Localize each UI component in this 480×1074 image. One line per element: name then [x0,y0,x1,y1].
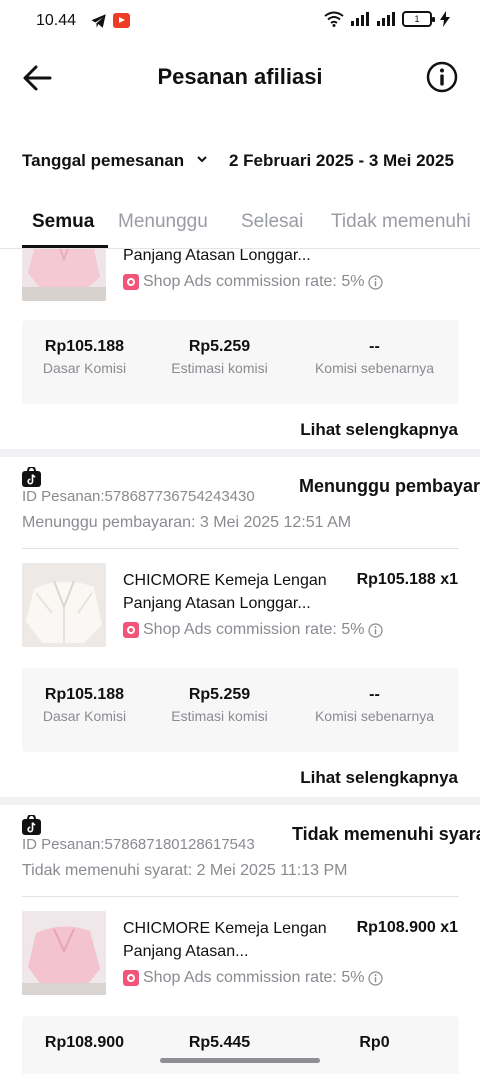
divider [22,548,459,549]
shop-ads-icon [123,622,139,638]
shop-ads-icon [123,274,139,290]
page-title: Pesanan afiliasi [157,64,323,89]
package-icon [22,815,41,835]
info-icon[interactable] [368,274,384,290]
status-tabs: Semua Menunggu Selesai Tidak memenuhi [0,200,480,249]
date-range-picker[interactable]: 2 Februari 2025 - 3 Mei 2025 [229,151,454,171]
commission-stats: Rp108.900 Rp5.445 Rp0 [22,1016,459,1074]
product-name[interactable]: Panjang Atasan Longgar... [123,249,343,267]
tab-all[interactable]: Semua [32,211,94,233]
see-more-link[interactable]: Lihat selengkapnya [300,420,458,440]
home-indicator[interactable] [160,1058,320,1063]
commission-rate: Shop Ads commission rate: 5% [123,621,384,639]
stat-actual-commission: -- Komisi sebenarnya [314,686,435,724]
card-separator [0,797,480,805]
order-status-time: Menunggu pembayaran: 3 Mei 2025 12:51 AM [22,514,352,531]
tab-indicator [22,245,108,248]
telegram-icon [91,14,106,28]
product-price: Rp108.900 x1 [356,919,458,936]
status-icons: 1 [324,11,450,27]
stat-estimated-commission: Rp5.445 [188,1034,251,1051]
product-image[interactable] [22,249,106,301]
tab-completed[interactable]: Selesai [241,211,303,233]
stat-base-commission: Rp105.188 Dasar Komisi [42,686,127,724]
chevron-down-icon[interactable] [196,154,208,164]
order-status: Tidak memenuhi syarat [292,824,480,844]
order-status: Menunggu pembayaran [299,476,480,496]
product-price: Rp105.188 x1 [356,571,458,588]
stat-estimated-commission: Rp5.259 Estimasi komisi [171,686,268,724]
info-icon[interactable] [426,61,458,93]
commission-stats: Rp105.188 Dasar Komisi Rp5.259 Estimasi … [22,320,459,404]
tab-pending[interactable]: Menunggu [118,211,208,233]
date-type-dropdown[interactable]: Tanggal pemesanan [22,151,184,171]
signal-icon [351,12,369,26]
see-more-link[interactable]: Lihat selengkapnya [300,768,458,788]
stat-base-commission: Rp108.900 [44,1034,125,1051]
shop-ads-icon [123,970,139,986]
tab-ineligible[interactable]: Tidak memenuhi [331,211,471,233]
order-status-time: Tidak memenuhi syarat: 2 Mei 2025 11:13 … [22,862,348,879]
battery-icon: 1 [402,11,435,27]
product-name[interactable]: CHICMORE Kemeja Lengan Panjang Atasan Lo… [123,569,343,615]
commission-rate-text: Shop Ads commission rate: 5% [143,969,365,986]
stat-estimated-commission: Rp5.259 Estimasi komisi [171,338,268,376]
youtube-icon [113,13,130,28]
status-time: 10.44 [36,12,77,29]
product-name[interactable]: CHICMORE Kemeja Lengan Panjang Atasan... [123,917,343,963]
info-icon[interactable] [368,970,384,986]
charging-icon [440,11,450,27]
card-separator [0,449,480,457]
divider [22,896,459,897]
stat-base-commission: Rp105.188 Dasar Komisi [42,338,127,376]
product-image[interactable] [22,563,106,647]
info-icon[interactable] [368,622,384,638]
product-image[interactable] [22,911,106,995]
order-list[interactable]: Panjang Atasan Longgar... Shop Ads commi… [0,249,480,1074]
header: Pesanan afiliasi [0,44,480,112]
wifi-icon [324,11,344,27]
stat-actual-commission: Rp0 [359,1034,390,1051]
stat-actual-commission: -- Komisi sebenarnya [314,338,435,376]
commission-rate-text: Shop Ads commission rate: 5% [143,273,365,290]
order-id: ID Pesanan:578687180128617543 [22,836,255,853]
filter-row: Tanggal pemesanan 2 Februari 2025 - 3 Me… [0,140,480,182]
commission-rate: Shop Ads commission rate: 5% [123,969,384,987]
commission-stats: Rp105.188 Dasar Komisi Rp5.259 Estimasi … [22,668,459,752]
signal-icon [377,12,395,26]
commission-rate: Shop Ads commission rate: 5% [123,273,384,291]
status-bar: 10.44 1 [0,0,480,44]
package-icon [22,467,41,487]
order-id: ID Pesanan:578687736754243430 [22,488,255,505]
commission-rate-text: Shop Ads commission rate: 5% [143,621,365,638]
